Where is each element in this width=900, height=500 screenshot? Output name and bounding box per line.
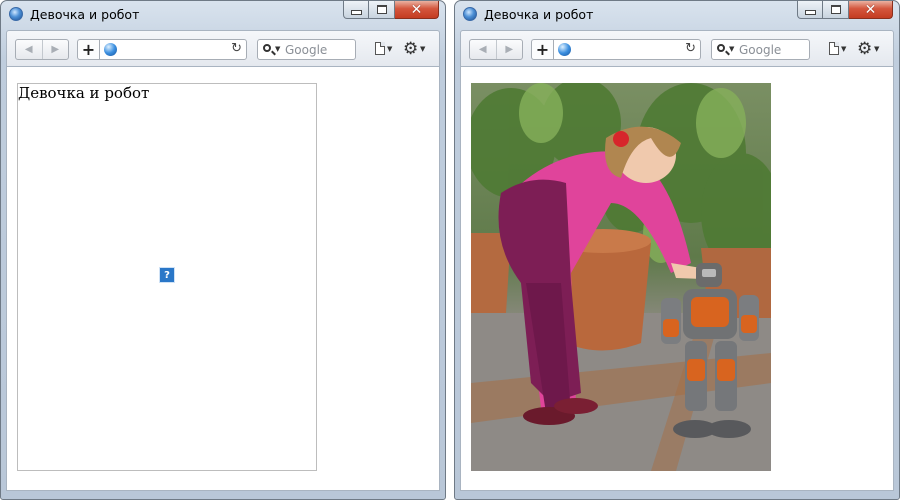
browser-window-left: Девочка и робот ✕ ◀ ▶ + ↻ ▼ Google ▼ ⚙ ▼: [0, 0, 446, 500]
page-menu-button[interactable]: ▼: [371, 39, 395, 60]
browser-icon: [9, 7, 23, 21]
chevron-down-icon: ▼: [420, 45, 426, 53]
gear-icon: ⚙: [403, 39, 419, 59]
chevron-down-icon: ▼: [387, 45, 393, 53]
forward-arrow-icon: ▶: [51, 44, 60, 55]
plus-icon: +: [81, 40, 96, 59]
tools-menu-button[interactable]: ⚙ ▼: [401, 39, 429, 60]
title-bar[interactable]: Девочка и робот ✕: [1, 1, 445, 29]
browser-icon: [463, 7, 477, 21]
image-alt-text: Девочка и робот: [18, 84, 150, 102]
photo-illustration: [471, 83, 771, 471]
page-menu-button[interactable]: ▼: [825, 39, 849, 60]
search-engine-dropdown-icon[interactable]: ▼: [275, 45, 280, 53]
add-bookmark-button[interactable]: +: [77, 39, 99, 60]
forward-button[interactable]: ▶: [495, 40, 523, 59]
close-button[interactable]: ✕: [395, 1, 439, 19]
back-forward-group: ◀ ▶: [15, 39, 69, 60]
girl-and-robot-photo: [471, 83, 771, 471]
close-button[interactable]: ✕: [849, 1, 893, 19]
search-input[interactable]: ▼ Google: [257, 39, 356, 60]
search-placeholder: Google: [739, 43, 782, 57]
browser-window-right: Девочка и робот ✕ ◀ ▶ + ↻ ▼ Google ▼ ⚙ ▼: [454, 0, 900, 500]
minimize-button[interactable]: [797, 1, 823, 19]
reload-icon[interactable]: ↻: [685, 41, 696, 56]
back-arrow-icon: ◀: [24, 44, 33, 55]
address-bar[interactable]: ↻: [99, 39, 247, 60]
chevron-down-icon: ▼: [874, 45, 880, 53]
page-menu-icon: [375, 42, 385, 55]
title-bar[interactable]: Девочка и робот ✕: [455, 1, 899, 29]
broken-image-icon: ?: [159, 267, 175, 283]
address-bar[interactable]: ↻: [553, 39, 701, 60]
page-menu-icon: [829, 42, 839, 55]
maximize-button[interactable]: [823, 1, 849, 19]
back-arrow-icon: ◀: [478, 44, 487, 55]
caption-buttons: ✕: [797, 1, 893, 20]
navigation-toolbar: ◀ ▶ + ↻ ▼ Google ▼ ⚙ ▼: [460, 30, 894, 67]
magnifier-icon[interactable]: [717, 44, 725, 52]
add-bookmark-button[interactable]: +: [531, 39, 553, 60]
minimize-icon: [804, 10, 816, 15]
tools-menu-button[interactable]: ⚙ ▼: [855, 39, 883, 60]
back-button[interactable]: ◀: [16, 40, 42, 59]
reload-icon[interactable]: ↻: [231, 41, 242, 56]
minimize-button[interactable]: [343, 1, 369, 19]
caption-buttons: ✕: [343, 1, 439, 20]
navigation-toolbar: ◀ ▶ + ↻ ▼ Google ▼ ⚙ ▼: [6, 30, 440, 67]
magnifier-icon[interactable]: [263, 44, 271, 52]
maximize-icon: [830, 5, 841, 14]
close-icon: ✕: [864, 1, 877, 18]
close-icon: ✕: [410, 1, 423, 18]
page-viewport[interactable]: [460, 66, 894, 491]
search-input[interactable]: ▼ Google: [711, 39, 810, 60]
forward-arrow-icon: ▶: [505, 44, 514, 55]
maximize-icon: [376, 5, 387, 14]
globe-icon: [104, 43, 117, 56]
forward-button[interactable]: ▶: [41, 40, 69, 59]
globe-icon: [558, 43, 571, 56]
search-placeholder: Google: [285, 43, 328, 57]
back-forward-group: ◀ ▶: [469, 39, 523, 60]
chevron-down-icon: ▼: [841, 45, 847, 53]
window-title: Девочка и робот: [484, 7, 594, 22]
gear-icon: ⚙: [857, 39, 873, 59]
page-viewport[interactable]: Девочка и робот ?: [6, 66, 440, 491]
maximize-button[interactable]: [369, 1, 395, 19]
minimize-icon: [350, 10, 362, 15]
plus-icon: +: [535, 40, 550, 59]
window-title: Девочка и робот: [30, 7, 140, 22]
broken-image-placeholder: Девочка и робот ?: [17, 83, 317, 471]
search-engine-dropdown-icon[interactable]: ▼: [729, 45, 734, 53]
back-button[interactable]: ◀: [470, 40, 496, 59]
